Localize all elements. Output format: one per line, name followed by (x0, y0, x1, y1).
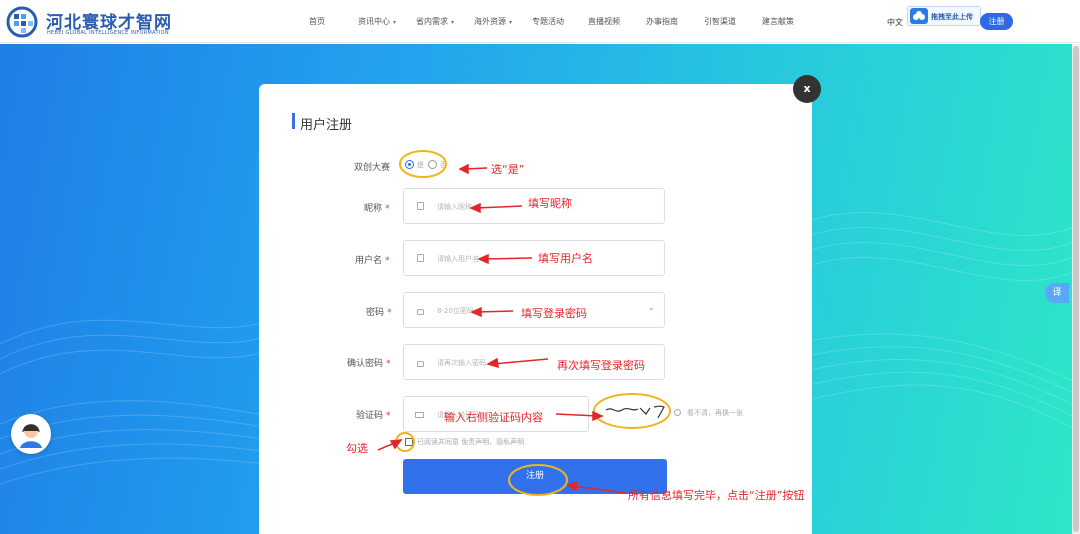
refresh-captcha-icon[interactable] (674, 409, 681, 416)
user-icon (417, 254, 424, 262)
agree-text[interactable]: 已阅读并同意 免责声明、隐私声明 (417, 437, 524, 447)
nav-item-provincial-demand[interactable]: 省内需求 ▾ (416, 16, 454, 27)
logo-subtext: HEBEI GLOBAL INTELLIGENCE INFORMATION (47, 30, 169, 36)
confirm-label-text: 确认密码 (347, 359, 384, 369)
captcha-image[interactable] (602, 398, 668, 426)
confirm-password-placeholder: 请再次输入密码 (437, 359, 486, 367)
nickname-placeholder: 请输入昵称 (437, 203, 472, 211)
password-label-text: 密码 (366, 308, 385, 318)
chevron-down-icon: ▾ (509, 19, 513, 26)
nickname-label: 昵称 * (364, 201, 390, 214)
password-placeholder: 8-20位密码 (437, 307, 474, 315)
annotation-refill-password: 再次填写登录密码 (557, 359, 645, 372)
nav-item-guide[interactable]: 办事指南 (646, 16, 678, 27)
title-accent-bar (292, 113, 295, 129)
upload-label: 拖拽至此上传 (931, 13, 973, 21)
nav-item-overseas[interactable]: 海外资源 ▾ (474, 16, 512, 27)
nav-item-home[interactable]: 首页 (309, 16, 325, 27)
nav-item-label: 省内需求 (416, 17, 448, 26)
close-button[interactable]: x (793, 75, 821, 103)
annotation-fill-password: 填写登录密码 (521, 307, 587, 320)
radio-yes[interactable] (405, 160, 414, 169)
logo-globe-icon (6, 6, 38, 38)
required-mark: * (386, 411, 391, 421)
contest-label: 双创大赛 (354, 163, 391, 173)
nav-item-live-video[interactable]: 直播视频 (588, 16, 620, 27)
lock-icon (417, 309, 424, 315)
translate-button[interactable]: 译 (1045, 283, 1069, 303)
username-placeholder: 请输入用户名 (437, 255, 479, 263)
captcha-label: 验证码 * (356, 408, 391, 421)
annotation-enter-captcha: 输入右侧验证码内容 (444, 411, 543, 424)
shield-icon (415, 412, 424, 418)
modal-title: 用户注册 (300, 118, 353, 133)
agree-checkbox[interactable] (405, 438, 413, 446)
refresh-captcha-link[interactable]: 看不清，再换一张 (687, 408, 743, 418)
radio-yes-label[interactable]: 是 (417, 160, 424, 170)
required-mark: * (385, 256, 390, 266)
annotation-fill-username: 填写用户名 (538, 252, 593, 265)
user-icon (417, 202, 424, 210)
password-label: 密码 * (366, 305, 392, 318)
annotation-select-yes: 选“是” (491, 163, 525, 176)
confirm-password-label: 确认密码 * (347, 356, 391, 369)
support-agent-icon (20, 424, 42, 448)
username-label: 用户名 * (355, 253, 390, 266)
required-mark: * (387, 308, 392, 318)
nav-item-channels[interactable]: 引智渠道 (704, 16, 736, 27)
language-switch[interactable]: 中文 (887, 17, 903, 28)
site-logo[interactable]: 河北寰球才智网 HEBEI GLOBAL INTELLIGENCE INFORM… (6, 6, 171, 38)
upload-button[interactable]: 拖拽至此上传 (907, 6, 981, 26)
chevron-down-icon[interactable]: ⌄ (647, 303, 655, 313)
register-nav-button[interactable]: 注册 (980, 13, 1013, 30)
username-label-text: 用户名 (355, 256, 383, 266)
scrollbar-thumb[interactable] (1073, 46, 1079, 532)
nickname-label-text: 昵称 (364, 204, 383, 214)
nav-item-suggestions[interactable]: 建言献策 (762, 16, 794, 27)
nav-item-topics[interactable]: 专题活动 (532, 16, 564, 27)
customer-service-avatar[interactable] (11, 414, 51, 454)
nav-item-label: 海外资源 (474, 17, 506, 26)
username-input[interactable]: 请输入用户名 (403, 240, 665, 276)
annotation-check: 勾选 (346, 442, 368, 455)
radio-no[interactable] (428, 160, 437, 169)
annotation-final-step: 所有信息填写完毕，点击“注册”按钮 (628, 489, 805, 502)
chevron-down-icon: ▾ (393, 19, 397, 26)
required-mark: * (385, 204, 390, 214)
chevron-down-icon: ▾ (451, 19, 455, 26)
cloud-upload-icon (910, 8, 928, 24)
nav-item-news[interactable]: 资讯中心 ▾ (358, 16, 396, 27)
lock-icon (417, 361, 424, 367)
top-navbar: 河北寰球才智网 HEBEI GLOBAL INTELLIGENCE INFORM… (0, 0, 1080, 43)
captcha-label-text: 验证码 (356, 411, 384, 421)
annotation-fill-nickname: 填写昵称 (528, 197, 572, 210)
required-mark: * (386, 359, 391, 369)
nav-item-label: 资讯中心 (358, 17, 390, 26)
radio-no-label[interactable]: 否 (440, 160, 447, 170)
